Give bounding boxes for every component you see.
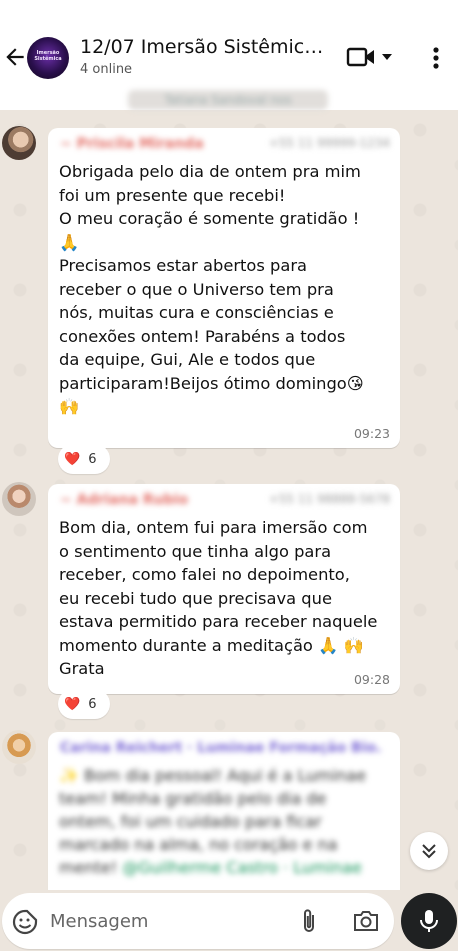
heart-icon: ❤️ <box>64 696 81 712</box>
double-chevron-down-icon <box>422 844 436 859</box>
group-title[interactable]: 12/07 Imersão Sistêmica... <box>80 36 330 58</box>
reaction-badge[interactable]: ❤️ 6 <box>58 689 110 719</box>
message-time: 09:23 <box>353 426 390 441</box>
sender-avatar[interactable] <box>2 730 36 764</box>
message-text: ✨ Bom dia pessoal! Aqui é a Luminae team… <box>59 764 393 879</box>
sender-name[interactable]: Carina Reichert · Luminae Formação Bio..… <box>60 740 380 756</box>
voice-message-button[interactable] <box>401 893 457 949</box>
online-status: 4 online <box>80 62 133 77</box>
scroll-to-bottom-button[interactable] <box>410 832 448 870</box>
video-call-icon[interactable] <box>346 45 376 69</box>
microphone-icon <box>420 910 438 932</box>
message-bubble[interactable]: ~ Priscila Miranda +55 11 99999-1234 Obr… <box>48 128 400 448</box>
paperclip-icon[interactable] <box>298 907 320 935</box>
sender-name[interactable]: ~ Priscila Miranda <box>60 136 204 152</box>
group-avatar-logo-text: Imersão Sistêmica <box>34 50 62 62</box>
heart-icon: ❤️ <box>64 451 81 467</box>
message-text: Bom dia, ontem fui para imersão com o se… <box>59 518 378 678</box>
message-text: Obrigada pelo dia de ontem pra mim foi u… <box>59 162 364 416</box>
message-bubble[interactable]: ~ Adriana Rubio +55 11 98888-5678 Bom di… <box>48 484 400 694</box>
message-input[interactable] <box>50 907 270 935</box>
composer <box>2 893 394 949</box>
group-avatar[interactable]: Imersão Sistêmica <box>27 37 69 79</box>
chevron-down-icon[interactable] <box>380 50 394 64</box>
message-time: 09:28 <box>353 672 390 687</box>
reaction-count: 6 <box>88 451 97 467</box>
sender-avatar[interactable] <box>2 126 36 160</box>
reaction-badge[interactable]: ❤️ 6 <box>58 444 110 474</box>
chat-area[interactable]: Tatiana Sandoval nos ~ Priscila Miranda … <box>0 90 458 892</box>
message-bubble[interactable]: Carina Reichert · Luminae Formação Bio..… <box>48 732 400 892</box>
sender-avatar[interactable] <box>2 482 36 516</box>
sticker-icon[interactable] <box>11 908 39 936</box>
camera-icon[interactable] <box>352 908 380 934</box>
sender-phone: +55 11 99999-1234 <box>268 136 390 150</box>
reaction-count: 6 <box>88 696 97 712</box>
system-chip: Tatiana Sandoval nos <box>128 90 328 110</box>
mention-link[interactable]: @Guilherme Castro · Luminae <box>122 858 362 877</box>
sender-phone: +55 11 98888-5678 <box>268 492 390 506</box>
sender-name[interactable]: ~ Adriana Rubio <box>60 492 188 508</box>
more-options-icon[interactable] <box>426 44 446 72</box>
back-arrow-icon[interactable] <box>2 44 28 70</box>
